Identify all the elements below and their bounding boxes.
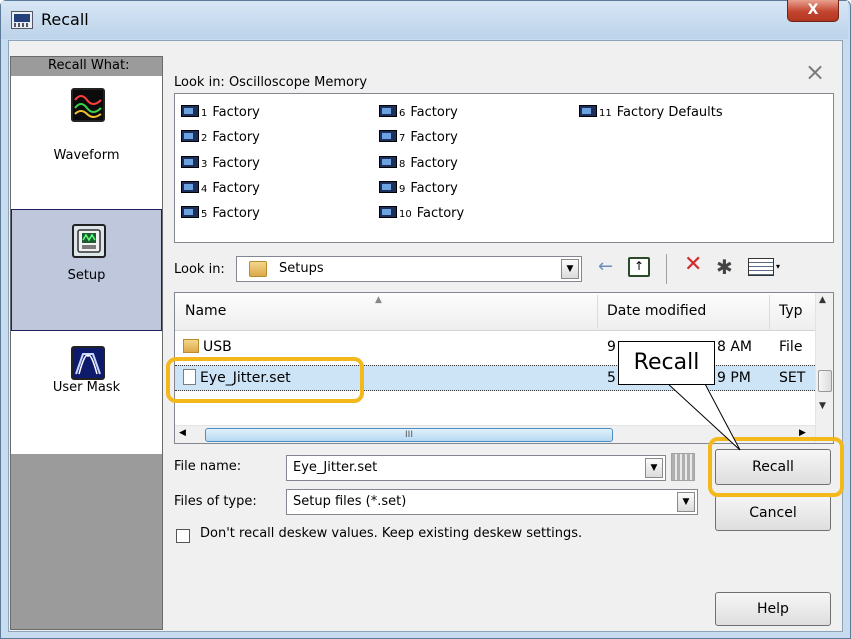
memory-slot-icon [181,130,199,142]
file-type: File [779,339,803,355]
memory-slot-6[interactable]: 6 Factory [379,103,458,123]
file-type-dropdown[interactable]: Setup files (*.set) ▼ [286,489,698,515]
nav-item-label: Waveform [53,148,120,163]
scroll-up-icon[interactable]: ▲ [819,295,826,305]
file-date: 5 [607,370,616,386]
view-menu-icon[interactable] [748,258,774,276]
nav-item-user-mask[interactable]: User Mask [11,332,162,454]
window-title: Recall [41,10,89,29]
back-arrow-icon[interactable]: ← [598,256,613,278]
file-name-value: Eye_Jitter.set [293,460,378,475]
dismiss-icon[interactable]: × [805,58,825,86]
memory-slot-1[interactable]: 1 Factory [181,103,260,123]
nav-item-label: Setup [67,268,106,283]
chevron-down-icon[interactable]: ▼ [561,259,579,279]
setup-icon [72,224,106,258]
memory-slot-5[interactable]: 5 Factory [181,204,260,224]
file-date-tail: 8 AM [717,339,753,355]
up-folder-icon[interactable]: ↑ [628,257,650,277]
help-button[interactable]: Help [715,592,831,626]
memory-slot-2[interactable]: 2 Factory [181,128,260,148]
file-name: USB [203,339,232,355]
toolbar-separator [666,254,667,284]
memory-slot-icon [579,105,597,117]
scroll-down-icon[interactable]: ▼ [819,401,826,411]
sort-ascending-icon: ▲ [375,295,382,305]
column-header-date-modified[interactable]: Date modified [607,303,706,319]
file-name-input[interactable]: Eye_Jitter.set ▼ [286,455,666,481]
memory-slot-icon [181,206,199,218]
memory-slot-icon [379,130,397,142]
oscilloscope-memory-label: Look in: Oscilloscope Memory [174,75,368,90]
nav-item-label: User Mask [52,380,121,395]
memory-slot-icon [181,156,199,168]
scroll-thumb[interactable]: III [205,428,613,442]
memory-slot-list: 1 Factory 2 Factory 3 Factory 4 Factory 5 Fac… [174,93,834,243]
column-separator[interactable] [769,295,770,329]
look-in-dropdown[interactable]: Setups ▼ [236,256,582,282]
deskew-label: Don't recall deskew values. Keep existin… [200,526,583,541]
column-separator[interactable] [597,295,598,329]
recall-callout-label: Recall [618,341,715,385]
file-type-label: Files of type: [174,494,257,509]
memory-slot-icon [379,181,397,193]
folder-icon [249,261,267,277]
memory-slot-icon [181,105,199,117]
nav-item-setup[interactable]: Setup [11,209,162,331]
memory-slot-icon [379,156,397,168]
keypad-icon[interactable] [671,453,695,481]
file-highlight-annotation [166,357,364,403]
close-button[interactable]: X [787,0,839,22]
memory-slot-icon [379,206,397,218]
file-type-value: Setup files (*.set) [293,494,407,509]
file-list-header: Name ▲ Date modified Typ [175,293,815,331]
look-in-label: Look in: [174,262,225,277]
callout-pointer [664,381,741,451]
memory-slot-4[interactable]: 4 Factory [181,179,260,199]
user-mask-icon [71,346,105,380]
waveform-icon [71,88,105,122]
scroll-left-icon[interactable]: ◀ [179,428,186,438]
column-header-name[interactable]: Name [185,303,226,319]
delete-icon[interactable]: ✕ [684,254,702,276]
nav-item-waveform[interactable]: Waveform [11,76,162,208]
memory-slot-9[interactable]: 9 Factory [379,179,458,199]
look-in-value: Setups [279,261,324,276]
new-folder-icon[interactable]: ✱ [716,256,733,278]
memory-slot-11[interactable]: 11 Factory Defaults [579,103,723,123]
file-date: 9 [607,339,616,355]
recall-what-label: Recall What: [48,58,130,73]
memory-slot-3[interactable]: 3 Factory [181,154,260,174]
title-bar: Recall [1,1,848,39]
file-type: SET [779,370,806,386]
memory-slot-icon [181,181,199,193]
oscilloscope-app-icon [11,11,33,29]
cancel-button[interactable]: Cancel [715,495,831,531]
memory-slot-8[interactable]: 8 Factory [379,154,458,174]
memory-slot-7[interactable]: 7 Factory [379,128,458,148]
deskew-checkbox[interactable] [176,529,190,543]
memory-slot-10[interactable]: 10 Factory [379,204,464,224]
chevron-down-icon[interactable]: ▼ [677,492,695,512]
chevron-down-icon[interactable]: ▼ [645,458,663,478]
folder-icon [183,339,199,353]
vertical-scrollbar[interactable]: ▲ ▼ [815,293,833,443]
file-name-label: File name: [174,459,242,474]
scroll-thumb[interactable] [818,370,832,392]
chevron-down-icon[interactable]: ▾ [776,262,780,271]
memory-slot-icon [379,105,397,117]
column-header-type[interactable]: Typ [779,303,803,319]
